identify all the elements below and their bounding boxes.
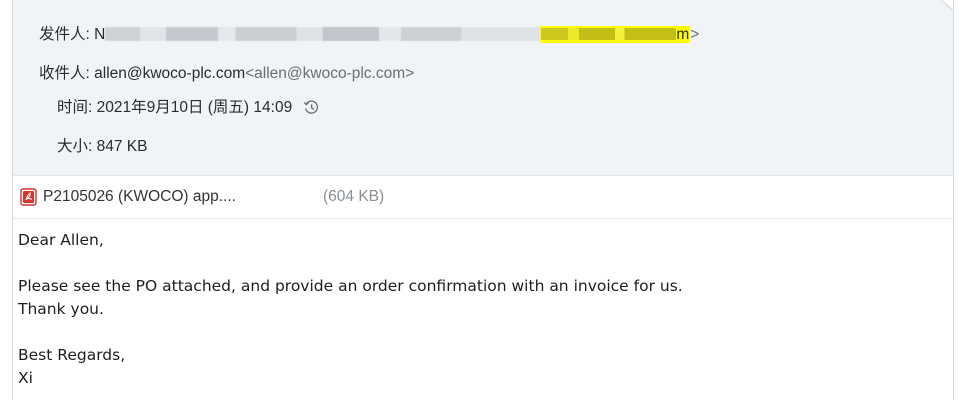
recipient-address: <allen@kwoco-plc.com> [245,65,415,82]
sender-row: 发件人: Nm> [39,22,699,44]
attachment-row[interactable]: P2105026 (KWOCO) app.... (604 KB) [13,176,953,219]
sender-close-bracket: > [690,26,700,43]
recipient-label: 收件人: [39,65,90,82]
sender-prefix[interactable]: N [94,26,105,43]
sender-highlight[interactable]: m [540,26,691,43]
email-header: 发件人: Nm> 收件人: allen@kwoco-plc.com<allen@… [13,0,953,176]
size-value: 847 KB [96,138,148,155]
size-row: 大小: 847 KB [57,134,147,156]
attachment-size: (604 KB) [323,188,385,205]
sender-label: 发件人: [39,26,90,43]
body-line-2: Thank you. [18,300,104,318]
time-label: 时间: [57,99,93,116]
signature-text: Xi [18,369,33,387]
sender-redacted-highlight [541,28,677,40]
recipient-name[interactable]: allen@kwoco-plc.com [94,65,245,82]
time-value: 2021年9月10日 (周五) 14:09 [96,99,293,116]
time-row: 时间: 2021年9月10日 (周五) 14:09 [57,95,320,121]
pdf-icon [20,188,37,211]
attachment-name[interactable]: P2105026 (KWOCO) app.... [43,188,236,206]
sender-suffix: m [676,26,690,43]
email-body: Dear Allen, Please see the PO attached, … [13,219,953,390]
history-icon[interactable] [303,99,320,121]
sender-redacted [105,27,541,41]
greeting-text: Dear Allen, [18,231,104,249]
body-line-1: Please see the PO attached, and provide … [18,277,683,295]
corner-fold [940,0,953,11]
size-label: 大小: [57,138,93,155]
email-view: 发件人: Nm> 收件人: allen@kwoco-plc.com<allen@… [12,0,954,400]
recipient-row: 收件人: allen@kwoco-plc.com<allen@kwoco-plc… [39,61,414,83]
closing-text: Best Regards, [18,346,126,364]
